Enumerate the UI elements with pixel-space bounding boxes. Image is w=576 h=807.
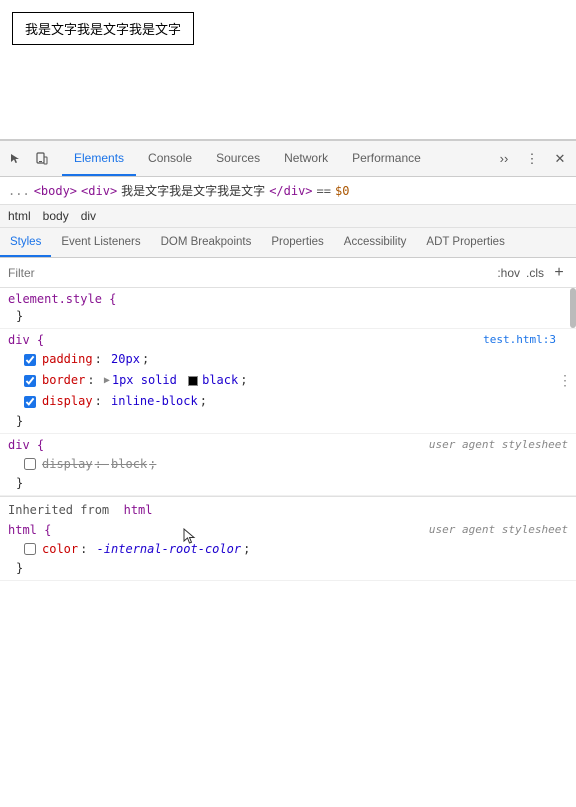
user-agent-label-html: user agent stylesheet [429, 523, 568, 536]
breadcrumb-div[interactable]: div [81, 209, 96, 223]
div-content: 我是文字我是文字我是文字 [121, 182, 265, 199]
inherited-tag: html [124, 503, 153, 517]
cls-button[interactable]: .cls [526, 266, 544, 280]
element-style-selector: element.style { [8, 292, 568, 306]
sub-tab-properties[interactable]: Properties [261, 228, 333, 257]
user-agent-label-div: user agent stylesheet [429, 438, 568, 451]
color-property: color : -internal-root-color ; [8, 539, 568, 560]
sub-tab-adt-properties[interactable]: ADT Properties [416, 228, 514, 257]
border-checkbox[interactable] [24, 375, 36, 387]
cursor-icon[interactable] [4, 147, 28, 171]
inherited-from-section: Inherited from html [0, 496, 576, 519]
dots-indicator: ... [8, 184, 30, 198]
breadcrumb-html[interactable]: html [8, 209, 31, 223]
filter-right: :hov .cls + [497, 264, 568, 282]
filter-input[interactable] [8, 266, 493, 280]
html-rule-close: } [8, 560, 568, 576]
tab-performance[interactable]: Performance [340, 141, 433, 176]
border-expand-arrow[interactable]: ▶ [104, 373, 110, 389]
devtools-panel: Elements Console Sources Network Perform… [0, 140, 576, 807]
toolbar-right: ›› ⋮ ✕ [492, 147, 572, 171]
close-icon[interactable]: ✕ [548, 147, 572, 171]
color-checkbox[interactable] [24, 543, 36, 555]
div-tag-open: <div> [81, 184, 117, 198]
div-tag-close: </div> [269, 184, 312, 198]
div-ua-close: } [8, 475, 568, 491]
tab-console[interactable]: Console [136, 141, 204, 176]
padding-checkbox[interactable] [24, 354, 36, 366]
display-property: display : inline-block ; [8, 391, 568, 412]
display-ua-checkbox[interactable] [24, 458, 36, 470]
styles-panel: element.style { } div { test.html:3 padd… [0, 288, 576, 807]
tab-network[interactable]: Network [272, 141, 340, 176]
dollar-sign: $0 [335, 184, 349, 198]
sub-tab-styles[interactable]: Styles [0, 228, 51, 257]
preview-box: 我是文字我是文字我是文字 [12, 12, 194, 45]
padding-property: padding : 20px ; [8, 349, 568, 370]
toolbar-icons [4, 147, 54, 171]
scroll-thumb[interactable] [570, 288, 576, 328]
breadcrumb-body[interactable]: body [43, 209, 69, 223]
body-tag: <body> [34, 184, 77, 198]
filter-bar: :hov .cls + [0, 258, 576, 288]
tab-elements[interactable]: Elements [62, 141, 136, 176]
breadcrumb: html body div [0, 205, 576, 228]
eq-sign: == [317, 184, 331, 198]
display-checkbox[interactable] [24, 396, 36, 408]
border-property: border : ▶ 1px solid black ; [8, 370, 568, 391]
sub-tabs: Styles Event Listeners DOM Breakpoints P… [0, 228, 576, 258]
more-tabs-icon[interactable]: ›› [492, 147, 516, 171]
html-style-rule: html { user agent stylesheet color : -in… [0, 519, 576, 581]
div-style-rule: div { test.html:3 padding : 20px ; borde… [0, 329, 576, 434]
device-icon[interactable] [30, 147, 54, 171]
sub-tab-dom-breakpoints[interactable]: DOM Breakpoints [151, 228, 262, 257]
source-file-link[interactable]: test.html:3 [483, 333, 556, 346]
element-style-rule: element.style { } [0, 288, 576, 329]
sub-tab-event-listeners[interactable]: Event Listeners [51, 228, 150, 257]
div-rule-close: } [8, 413, 568, 429]
element-style-close: } [8, 308, 568, 324]
div-user-agent-rule: div { user agent stylesheet display : bl… [0, 434, 576, 496]
scroll-indicator[interactable] [570, 288, 576, 807]
devtools-tabs: Elements Console Sources Network Perform… [62, 141, 492, 176]
color-swatch-black[interactable] [188, 376, 198, 386]
browser-preview: 我是文字我是文字我是文字 [0, 0, 576, 140]
hov-button[interactable]: :hov [497, 266, 520, 280]
element-selected-bar: ... <body> <div> 我是文字我是文字我是文字 </div> == … [0, 177, 576, 205]
settings-icon[interactable]: ⋮ [520, 147, 544, 171]
devtools-toolbar: Elements Console Sources Network Perform… [0, 141, 576, 177]
display-ua-property: display : block ; [8, 454, 568, 475]
sub-tab-accessibility[interactable]: Accessibility [334, 228, 417, 257]
add-style-button[interactable]: + [550, 264, 568, 282]
tab-sources[interactable]: Sources [204, 141, 272, 176]
